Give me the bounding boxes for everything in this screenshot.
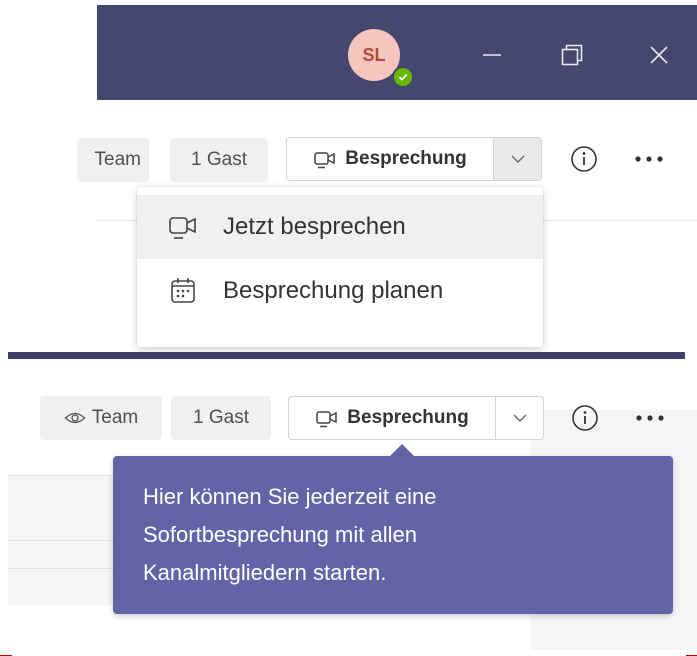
presence-available-icon: [392, 66, 414, 88]
meet-dropdown-menu: Jetzt besprechen Besprechung planen: [137, 187, 543, 347]
video-icon: [314, 152, 336, 169]
tooltip-line: Sofortbesprechung mit allen: [143, 522, 417, 547]
more-options-button[interactable]: [628, 396, 672, 440]
screenshot-stage: SL Team 1 Gast Besprechung Jetzt besprec…: [0, 0, 697, 656]
more-icon: [635, 156, 663, 162]
chevron-down-icon: [511, 155, 524, 163]
guest-chip-label: 1 Gast: [193, 407, 249, 428]
menu-item-label: Jetzt besprechen: [223, 213, 406, 240]
guest-chip[interactable]: 1 Gast: [170, 138, 268, 182]
meet-button-label: Besprechung: [347, 407, 469, 428]
calendar-icon: [171, 278, 195, 303]
video-icon: [316, 411, 338, 428]
minimize-button[interactable]: [472, 35, 512, 75]
tooltip-line: Hier können Sie jederzeit eine: [143, 484, 437, 509]
title-bar: SL: [97, 5, 697, 100]
chevron-down-icon: [513, 414, 526, 422]
info-icon: [571, 146, 597, 172]
menu-item-schedule-meeting[interactable]: Besprechung planen: [137, 259, 543, 323]
top-panel: SL Team 1 Gast Besprechung Jetzt besprec…: [77, 0, 697, 348]
more-options-button[interactable]: [627, 137, 671, 181]
close-button[interactable]: [639, 35, 679, 75]
meet-now-tooltip: Hier können Sie jederzeit eine Sofortbes…: [113, 456, 673, 614]
restore-icon: [561, 44, 583, 66]
info-icon: [572, 405, 598, 431]
menu-item-meet-now[interactable]: Jetzt besprechen: [137, 195, 543, 259]
team-chip-label: Team: [94, 149, 141, 170]
meet-button[interactable]: Besprechung: [286, 137, 494, 181]
guest-chip-label: 1 Gast: [191, 149, 247, 170]
meet-options-button[interactable]: [496, 396, 544, 440]
tooltip-line: Kanalmitgliedern starten.: [143, 560, 387, 585]
team-chip[interactable]: Team: [77, 138, 149, 182]
minimize-icon: [483, 54, 501, 56]
video-icon: [169, 217, 196, 239]
meet-options-button[interactable]: [494, 137, 542, 181]
info-button[interactable]: [562, 137, 606, 181]
close-icon: [650, 46, 668, 64]
meet-button-label: Besprechung: [345, 148, 467, 169]
guest-chip[interactable]: 1 Gast: [171, 396, 271, 440]
info-button[interactable]: [563, 396, 607, 440]
meet-button[interactable]: Besprechung: [288, 396, 496, 440]
team-chip[interactable]: Team: [40, 396, 162, 440]
eye-icon: [64, 412, 86, 424]
team-chip-label: Team: [91, 407, 139, 428]
more-icon: [636, 415, 664, 421]
menu-item-label: Besprechung planen: [223, 277, 444, 304]
restore-button[interactable]: [552, 35, 592, 75]
section-separator: [8, 352, 685, 359]
